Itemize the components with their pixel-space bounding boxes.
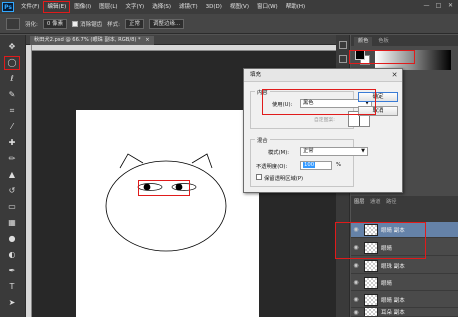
clone-stamp-tool-icon[interactable]: ▲: [5, 169, 19, 181]
opacity-label: 不透明度(O):: [256, 164, 288, 170]
layer-name: 眼睛 副本: [381, 297, 405, 304]
eye-selection-highlight: [138, 180, 190, 196]
eye-visibility-icon[interactable]: ◉: [351, 262, 361, 269]
mode-select-value: 正常: [303, 148, 314, 154]
use-field-highlight: [262, 89, 376, 115]
tab-swatches[interactable]: 色板: [374, 37, 393, 46]
lasso-tool-icon[interactable]: ℓ: [5, 73, 19, 85]
menu-bar: Ps 文件(F) 编辑(E) 图像(I) 图层(L) 文字(Y) 选择(S) 滤…: [0, 0, 458, 14]
layers-highlight: [335, 222, 426, 259]
cat-face-drawing: [105, 153, 227, 252]
mode-select[interactable]: 正常 ▼: [300, 147, 368, 156]
style-label: 样式:: [107, 21, 120, 28]
document-tab[interactable]: 秋田犬2.psd @ 66.7% (眼珠 副本, RGB/8) * ×: [30, 36, 154, 45]
menu-file[interactable]: 文件(F): [17, 1, 43, 13]
cat-head-outline: [105, 160, 227, 252]
maximize-button[interactable]: □: [435, 2, 442, 9]
tab-paths[interactable]: 路径: [386, 199, 396, 205]
antialias-label: 消除锯齿: [80, 21, 103, 28]
menu-select[interactable]: 选择(S): [148, 1, 175, 13]
layer-row[interactable]: ◉ 眼珠 副本: [351, 258, 458, 274]
menu-edit[interactable]: 编辑(E): [43, 1, 71, 13]
eye-visibility-icon[interactable]: ◉: [351, 309, 361, 316]
photoshop-logo: Ps: [2, 2, 14, 12]
style-select[interactable]: 正常: [124, 18, 144, 29]
layer-row[interactable]: ◉ 眼睛 副本: [351, 292, 458, 308]
opacity-input[interactable]: 100: [300, 161, 332, 170]
opacity-unit: %: [336, 162, 342, 168]
gradient-tool-icon[interactable]: ▦: [5, 217, 19, 229]
menu-help[interactable]: 帮助(H): [282, 1, 309, 13]
options-bar: 羽化: 0 像素 消除锯齿 样式: 正常 调整边缘...: [0, 14, 458, 34]
minimize-button[interactable]: —: [423, 2, 430, 9]
eye-visibility-icon[interactable]: ◉: [351, 296, 361, 303]
layer-thumbnail: [364, 308, 378, 316]
layer-name: 眼睛: [381, 280, 393, 287]
layer-name: 眼珠 副本: [381, 263, 405, 270]
menu-view[interactable]: 视图(V): [226, 1, 253, 13]
layer-thumbnail: [364, 293, 378, 306]
fill-dialog: 填充 ✕ 内容 使用(U): 黑色 ▼ 自定图案: 混合 模式(M): 正常 ▼ 不…: [243, 68, 403, 193]
tab-color[interactable]: 颜色: [354, 37, 373, 46]
dialog-close-icon[interactable]: ✕: [390, 71, 399, 80]
preserve-transparency-checkbox[interactable]: [256, 174, 262, 180]
feather-input[interactable]: 0 像素: [42, 18, 68, 29]
antialias-option[interactable]: 消除锯齿: [72, 20, 102, 28]
elliptical-marquee-tool-icon[interactable]: ◯: [4, 56, 20, 70]
antialias-checkbox[interactable]: [72, 21, 79, 27]
layers-panel-tabs: 图层 通道 路径: [354, 198, 396, 205]
menu-layer[interactable]: 图层(L): [95, 1, 121, 13]
color-panel-tabs: 颜色 色板: [351, 35, 458, 46]
custom-pattern-label: 自定图案:: [314, 118, 335, 123]
refine-edge-button[interactable]: 调整边缘...: [149, 18, 185, 29]
photoshop-window: Ps 文件(F) 编辑(E) 图像(I) 图层(L) 文字(Y) 选择(S) 滤…: [0, 0, 458, 317]
path-select-tool-icon[interactable]: ➤: [5, 297, 19, 309]
tool-preset-picker[interactable]: [6, 17, 20, 30]
menu-window[interactable]: 窗口(W): [253, 1, 282, 13]
blur-tool-icon[interactable]: ●: [5, 233, 19, 245]
menu-3d[interactable]: 3D(D): [202, 1, 226, 13]
pen-tool-icon[interactable]: ✒: [5, 265, 19, 277]
eraser-tool-icon[interactable]: ▭: [5, 201, 19, 213]
close-window-button[interactable]: ✕: [447, 2, 454, 9]
properties-panel-icon[interactable]: [339, 55, 347, 63]
layer-thumbnail: [364, 259, 378, 272]
menu-type[interactable]: 文字(Y): [122, 1, 149, 13]
history-panel-icon[interactable]: [339, 41, 347, 49]
brush-tool-icon[interactable]: ✏: [5, 153, 19, 165]
blending-group-label: 混合: [255, 136, 270, 144]
document-tab-close-icon[interactable]: ×: [145, 37, 149, 43]
type-tool-icon[interactable]: T: [5, 281, 19, 293]
layer-row[interactable]: ◉ 耳朵 副本: [351, 308, 458, 317]
color-swatch-highlight: [349, 50, 415, 64]
tab-channels[interactable]: 通道: [370, 199, 380, 205]
dialog-title: 填充: [244, 69, 402, 82]
dodge-tool-icon[interactable]: ◐: [5, 249, 19, 261]
layer-name: 耳朵 副本: [381, 310, 405, 316]
move-tool-icon[interactable]: ✥: [5, 41, 19, 53]
tab-layers[interactable]: 图层: [354, 199, 364, 205]
chevron-down-icon: ▼: [361, 148, 365, 154]
quick-select-tool-icon[interactable]: ✎: [5, 89, 19, 101]
layer-thumbnail: [364, 276, 378, 289]
eyedropper-tool-icon[interactable]: ⁄: [5, 121, 19, 133]
menu-filter[interactable]: 滤镜(T): [175, 1, 202, 13]
history-brush-tool-icon[interactable]: ↺: [5, 185, 19, 197]
mode-label: 模式(M):: [268, 150, 290, 156]
document-tab-title: 秋田犬2.psd @ 66.7% (眼珠 副本, RGB/8) *: [34, 37, 141, 43]
preserve-transparency-label: 保留透明区域(P): [264, 176, 304, 182]
document-canvas[interactable]: [76, 110, 259, 317]
crop-tool-icon[interactable]: ⌗: [5, 105, 19, 117]
document-tab-bar: 秋田犬2.psd @ 66.7% (眼珠 副本, RGB/8) * ×: [26, 35, 336, 45]
eye-visibility-icon[interactable]: ◉: [351, 279, 361, 286]
menu-image[interactable]: 图像(I): [70, 1, 95, 13]
layers-panel-header: 图层 通道 路径: [351, 196, 458, 222]
layer-row[interactable]: ◉ 眼睛: [351, 275, 458, 291]
healing-brush-tool-icon[interactable]: ✚: [5, 137, 19, 149]
opacity-value: 100: [303, 162, 316, 168]
toolbox: ✥ ◯ ℓ ✎ ⌗ ⁄ ✚ ✏ ▲ ↺ ▭ ▦ ● ◐ ✒ T ➤: [0, 35, 26, 317]
window-controls: — □ ✕: [423, 2, 454, 9]
feather-label: 羽化:: [25, 21, 38, 28]
right-ear: [191, 153, 213, 169]
